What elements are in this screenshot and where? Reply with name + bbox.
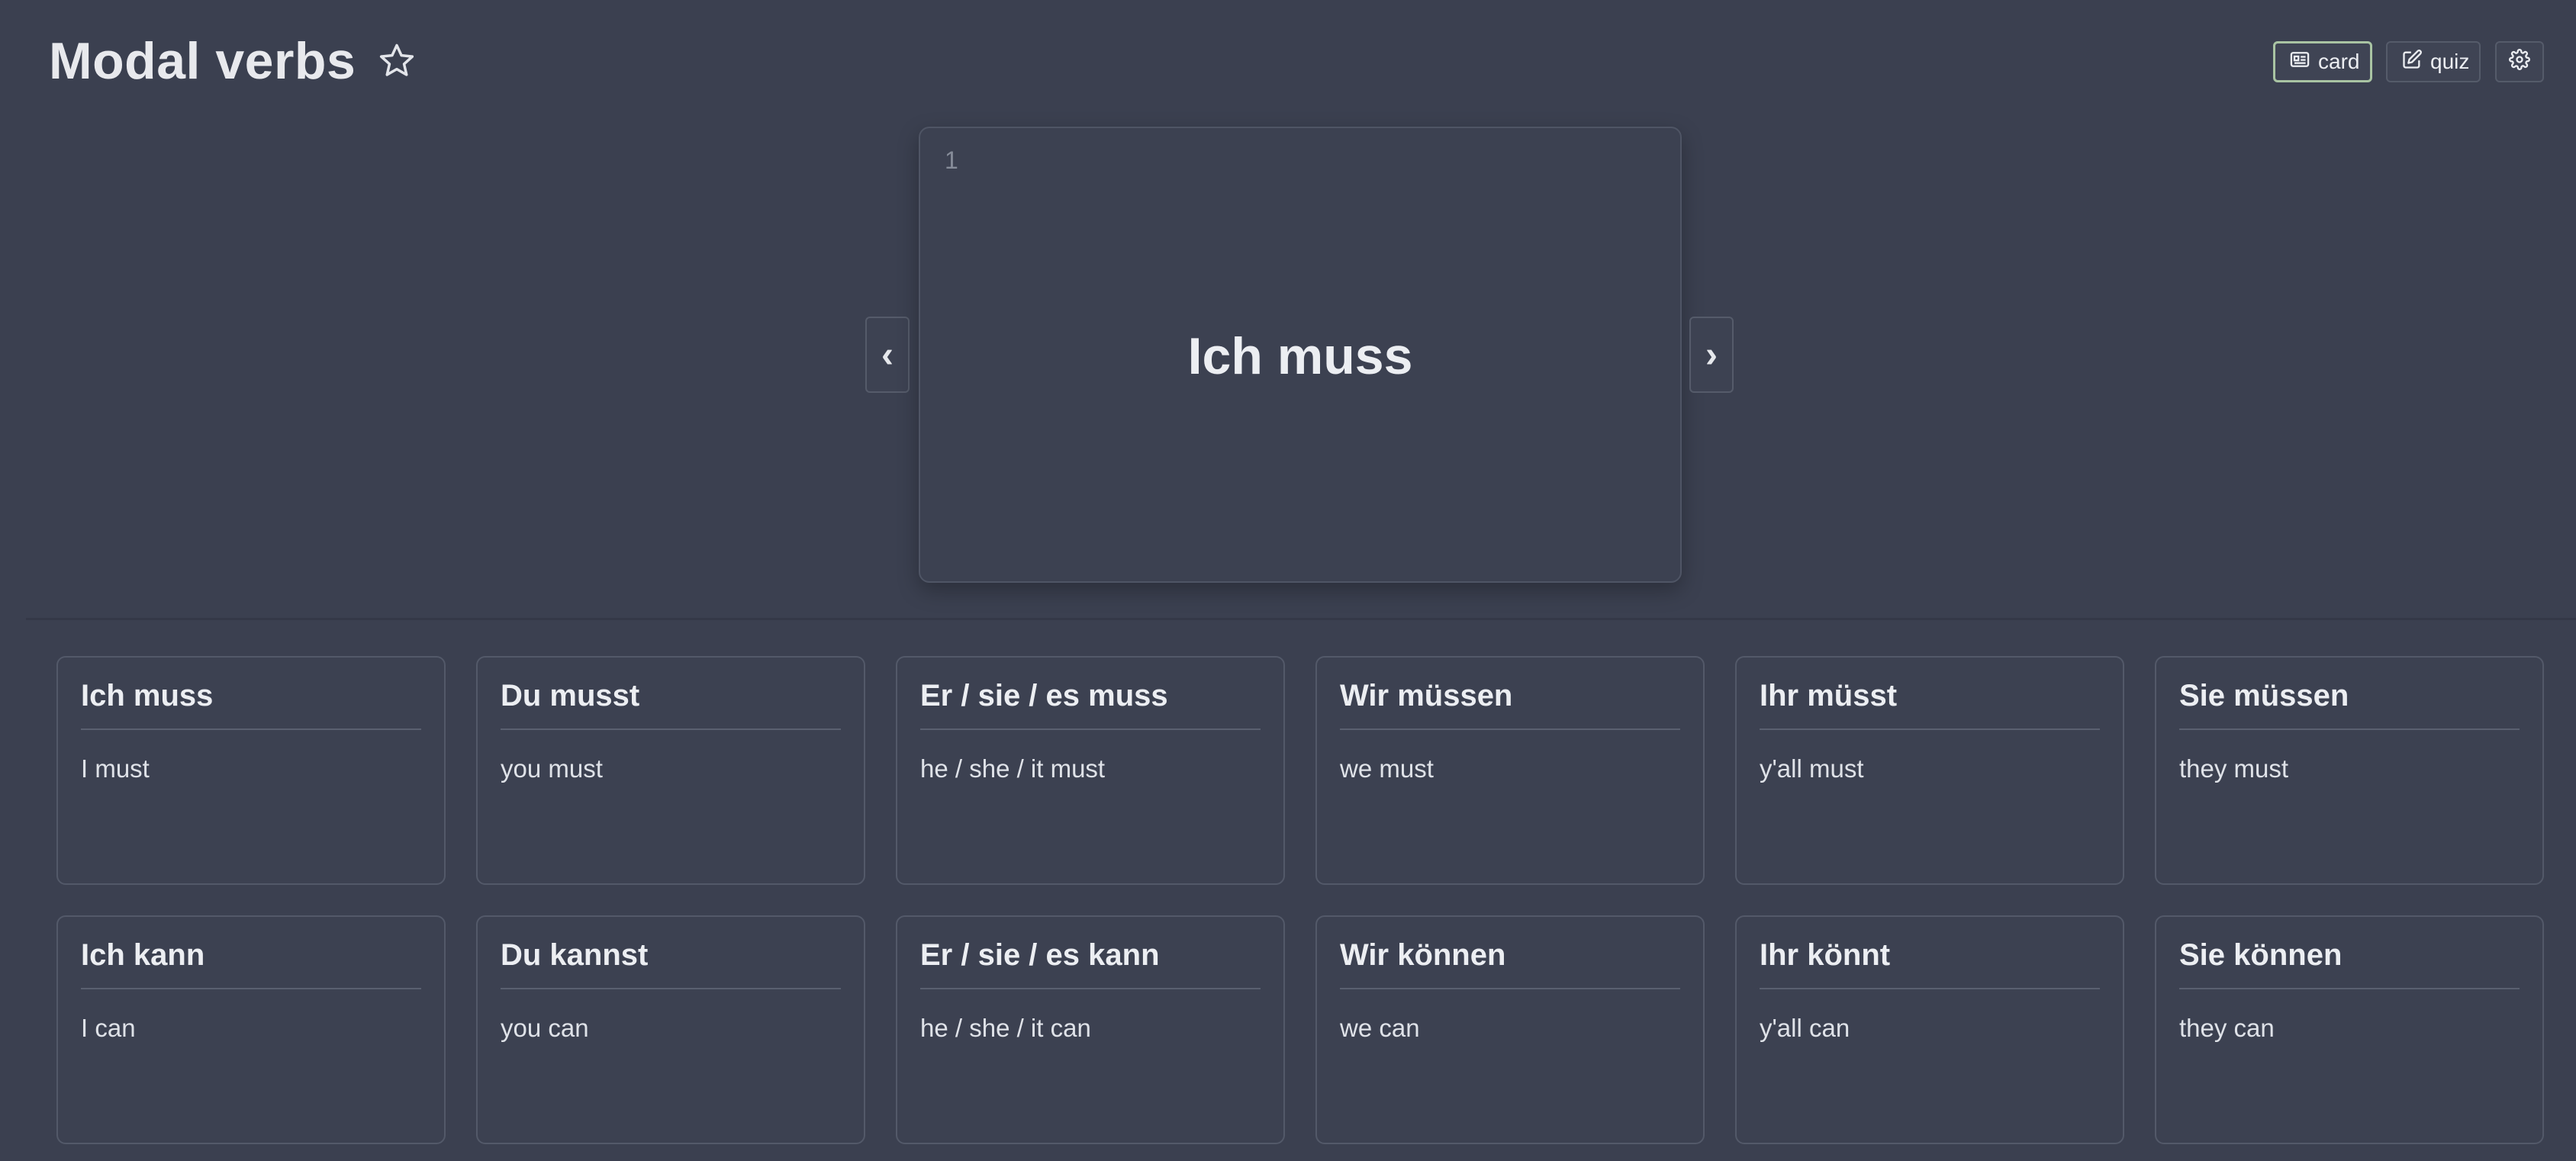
gear-icon: [2509, 48, 2530, 76]
definition: we must: [1340, 754, 1434, 783]
term: Ich muss: [81, 679, 421, 730]
definition: they must: [2179, 754, 2289, 783]
edit-icon: [2401, 49, 2423, 76]
card-mode-label: card: [2318, 50, 2360, 73]
term: Du kannst: [501, 938, 841, 989]
term: Er / sie / es muss: [920, 679, 1261, 730]
term: Du musst: [501, 679, 841, 730]
term: Wir können: [1340, 938, 1680, 989]
term-card[interactable]: Ihr könnt y'all can: [1735, 915, 2124, 1144]
term-card[interactable]: Ihr müsst y'all must: [1735, 656, 2124, 885]
card-mode-button[interactable]: card: [2273, 41, 2372, 82]
definition: you must: [501, 754, 603, 783]
term: Ihr könnt: [1760, 938, 2100, 989]
settings-button[interactable]: [2495, 41, 2544, 82]
previous-card-button[interactable]: ‹: [865, 317, 910, 393]
card-icon: [2289, 49, 2310, 76]
definition: y'all must: [1760, 754, 1864, 783]
definition: he / she / it must: [920, 754, 1106, 783]
term-card[interactable]: Sie können they can: [2155, 915, 2544, 1144]
term-card[interactable]: Wir müssen we must: [1315, 656, 1705, 885]
term-card[interactable]: Er / sie / es kann he / she / it can: [896, 915, 1285, 1144]
term: Ihr müsst: [1760, 679, 2100, 730]
definition: you can: [501, 1014, 589, 1042]
next-card-button[interactable]: ›: [1689, 317, 1734, 393]
term-card[interactable]: Du musst you must: [476, 656, 865, 885]
term-card-grid: Ich muss I must Du musst you must Er / s…: [56, 656, 2544, 1144]
header: Modal verbs card quiz: [0, 0, 2576, 122]
definition: we can: [1340, 1014, 1420, 1042]
term: Sie können: [2179, 938, 2520, 989]
definition: I must: [81, 754, 150, 783]
quiz-mode-label: quiz: [2430, 50, 2470, 73]
term: Er / sie / es kann: [920, 938, 1261, 989]
term-card[interactable]: Wir können we can: [1315, 915, 1705, 1144]
term: Sie müssen: [2179, 679, 2520, 730]
term: Ich kann: [81, 938, 421, 989]
definition: y'all can: [1760, 1014, 1850, 1042]
term: Wir müssen: [1340, 679, 1680, 730]
definition: they can: [2179, 1014, 2275, 1042]
term-card[interactable]: Ich kann I can: [56, 915, 446, 1144]
quiz-mode-button[interactable]: quiz: [2386, 41, 2481, 82]
page-title: Modal verbs: [49, 32, 356, 90]
term-card[interactable]: Du kannst you can: [476, 915, 865, 1144]
flashcard[interactable]: 1 Ich muss: [919, 127, 1682, 583]
definition: I can: [81, 1014, 136, 1042]
term-card[interactable]: Er / sie / es muss he / she / it must: [896, 656, 1285, 885]
term-card[interactable]: Sie müssen they must: [2155, 656, 2544, 885]
flashcard-stage: ‹ 1 Ich muss ›: [0, 122, 2576, 618]
term-card[interactable]: Ich muss I must: [56, 656, 446, 885]
card-index: 1: [945, 146, 958, 174]
section-divider: [26, 618, 2576, 620]
star-outline-icon[interactable]: [377, 41, 417, 81]
card-front-text: Ich muss: [1187, 327, 1413, 385]
definition: he / she / it can: [920, 1014, 1091, 1042]
